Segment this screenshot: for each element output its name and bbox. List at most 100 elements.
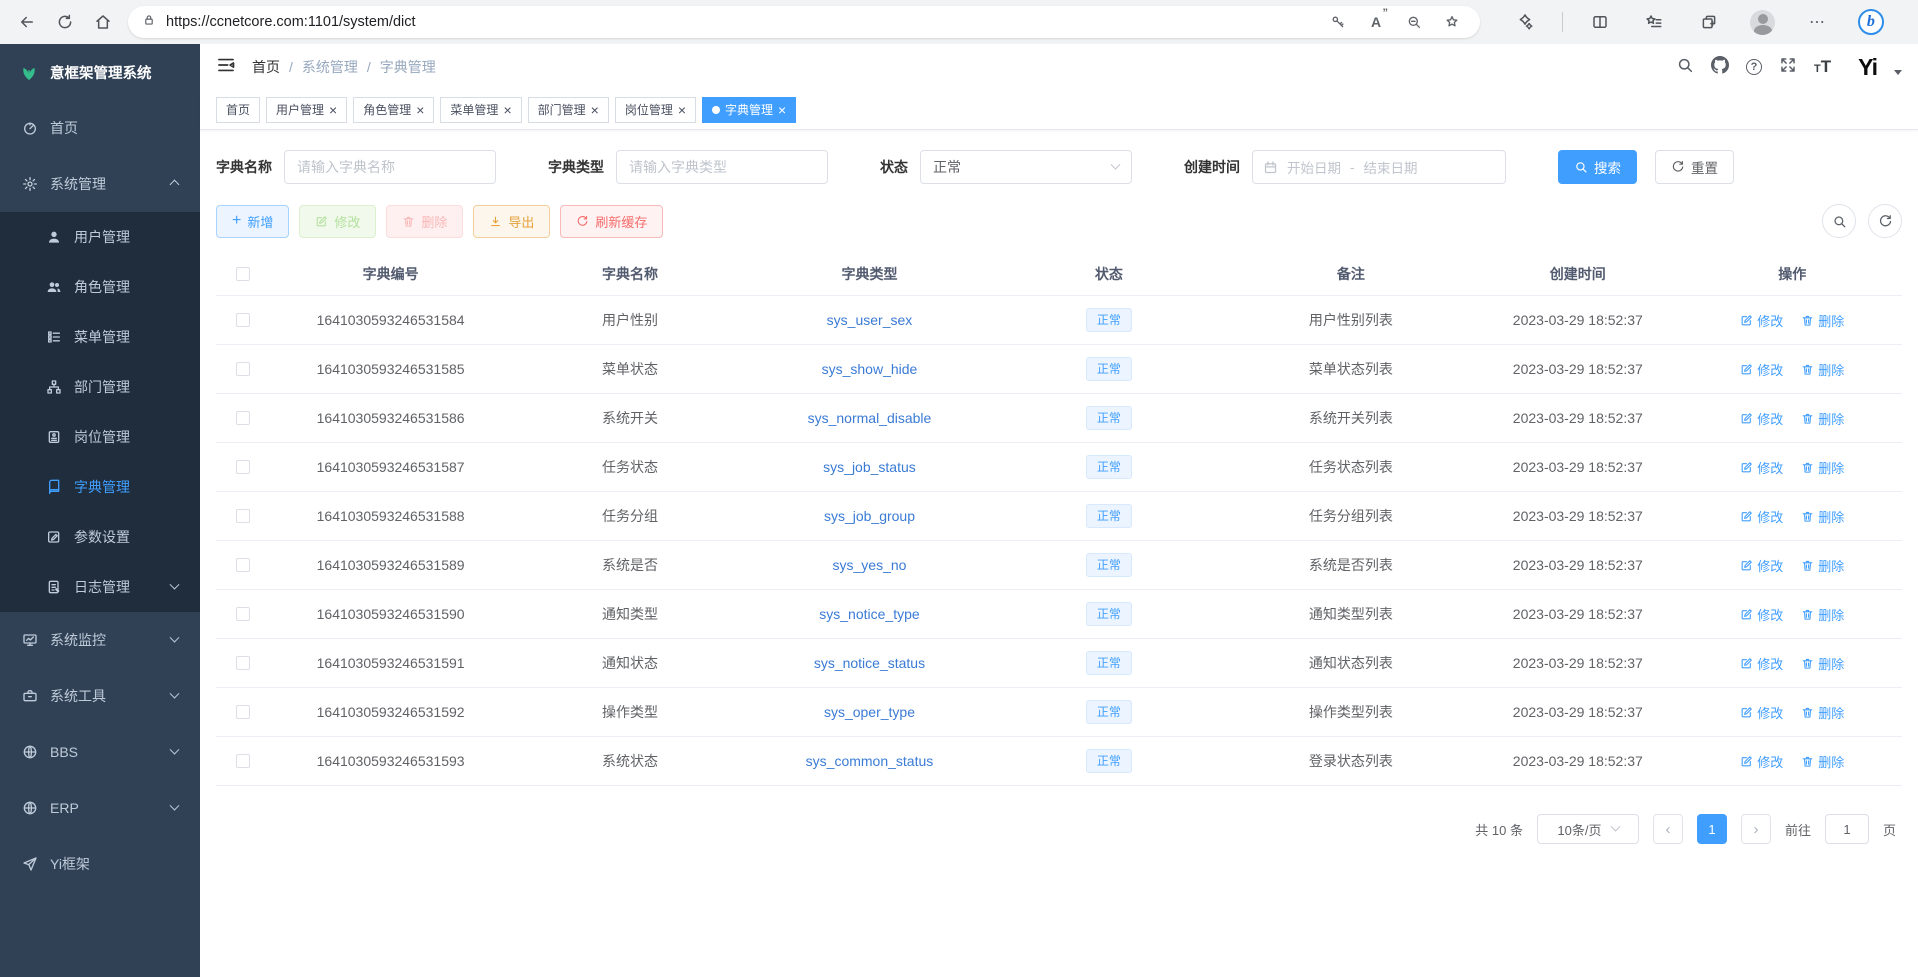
view-tab[interactable]: 角色管理 × xyxy=(353,97,434,123)
url-text[interactable]: https://ccnetcore.com:1101/system/dict xyxy=(166,14,1314,30)
lock-icon[interactable] xyxy=(142,13,156,32)
dict-type-link[interactable]: sys_job_group xyxy=(824,508,915,524)
tab-close-icon[interactable]: × xyxy=(416,103,424,117)
sidebar-item[interactable]: 首页 xyxy=(0,100,200,156)
extensions-icon[interactable] xyxy=(1508,5,1542,39)
date-start-placeholder[interactable]: 开始日期 xyxy=(1287,157,1341,177)
prev-page-button[interactable]: ‹ xyxy=(1653,814,1683,844)
row-edit-button[interactable]: 修改 xyxy=(1740,409,1783,428)
tab-close-icon[interactable]: × xyxy=(503,103,511,117)
row-delete-button[interactable]: 删除 xyxy=(1801,703,1844,722)
row-checkbox[interactable] xyxy=(236,754,250,768)
user-dropdown-caret[interactable] xyxy=(1894,70,1902,75)
password-key-icon[interactable] xyxy=(1324,8,1352,36)
row-checkbox[interactable] xyxy=(236,558,250,572)
search-button[interactable]: 搜索 xyxy=(1558,150,1637,184)
delete-button[interactable]: 删除 xyxy=(386,205,463,238)
bing-chat-icon[interactable]: b xyxy=(1854,5,1888,39)
github-icon[interactable] xyxy=(1711,56,1729,79)
browser-home-button[interactable] xyxy=(86,5,120,39)
row-edit-button[interactable]: 修改 xyxy=(1740,507,1783,526)
dict-type-link[interactable]: sys_common_status xyxy=(806,753,934,769)
row-delete-button[interactable]: 删除 xyxy=(1801,556,1844,575)
row-delete-button[interactable]: 删除 xyxy=(1801,311,1844,330)
row-checkbox[interactable] xyxy=(236,460,250,474)
sidebar-item[interactable]: 系统工具 xyxy=(0,668,200,724)
dict-type-link[interactable]: sys_job_status xyxy=(823,459,916,475)
next-page-button[interactable]: › xyxy=(1741,814,1771,844)
tab-close-icon[interactable]: × xyxy=(678,103,686,117)
header-search-icon[interactable] xyxy=(1676,56,1694,79)
dict-type-link[interactable]: sys_yes_no xyxy=(833,557,907,573)
help-icon[interactable]: ? xyxy=(1746,59,1762,75)
toggle-search-button[interactable] xyxy=(1822,204,1856,238)
row-edit-button[interactable]: 修改 xyxy=(1740,703,1783,722)
tab-close-icon[interactable]: × xyxy=(778,103,786,117)
row-checkbox[interactable] xyxy=(236,509,250,523)
font-size-icon[interactable]: TT xyxy=(1814,57,1831,77)
dict-type-link[interactable]: sys_show_hide xyxy=(822,361,918,377)
dict-name-input[interactable] xyxy=(284,150,496,184)
row-delete-button[interactable]: 删除 xyxy=(1801,360,1844,379)
edit-button[interactable]: 修改 xyxy=(299,205,376,238)
row-delete-button[interactable]: 删除 xyxy=(1801,752,1844,771)
row-delete-button[interactable]: 删除 xyxy=(1801,605,1844,624)
goto-page-input[interactable] xyxy=(1825,814,1869,844)
view-tab[interactable]: 用户管理 × xyxy=(266,97,347,123)
row-delete-button[interactable]: 删除 xyxy=(1801,654,1844,673)
read-aloud-icon[interactable]: A xyxy=(1362,8,1390,36)
add-button[interactable]: + 新增 xyxy=(216,205,289,238)
dict-type-link[interactable]: sys_notice_status xyxy=(814,655,925,671)
row-delete-button[interactable]: 删除 xyxy=(1801,458,1844,477)
row-edit-button[interactable]: 修改 xyxy=(1740,311,1783,330)
row-edit-button[interactable]: 修改 xyxy=(1740,654,1783,673)
sidebar-item[interactable]: 字典管理 xyxy=(0,462,200,512)
row-checkbox[interactable] xyxy=(236,411,250,425)
sidebar-item[interactable]: 参数设置 xyxy=(0,512,200,562)
collections-icon[interactable] xyxy=(1692,5,1726,39)
row-checkbox[interactable] xyxy=(236,313,250,327)
sidebar-toggle-icon[interactable] xyxy=(216,55,236,80)
export-button[interactable]: 导出 xyxy=(473,205,550,238)
dict-type-link[interactable]: sys_normal_disable xyxy=(808,410,932,426)
view-tab[interactable]: 字典管理 × xyxy=(702,97,796,123)
refresh-table-button[interactable] xyxy=(1868,204,1902,238)
page-number-button[interactable]: 1 xyxy=(1697,814,1727,844)
row-delete-button[interactable]: 删除 xyxy=(1801,409,1844,428)
sidebar-item[interactable]: 用户管理 xyxy=(0,212,200,262)
view-tab[interactable]: 菜单管理 × xyxy=(440,97,521,123)
reset-button[interactable]: 重置 xyxy=(1655,150,1734,184)
row-delete-button[interactable]: 删除 xyxy=(1801,507,1844,526)
tab-close-icon[interactable]: × xyxy=(591,103,599,117)
row-checkbox[interactable] xyxy=(236,362,250,376)
sidebar-item[interactable]: 菜单管理 xyxy=(0,312,200,362)
view-tab[interactable]: 首页 xyxy=(216,97,260,123)
split-screen-icon[interactable] xyxy=(1583,5,1617,39)
fullscreen-icon[interactable] xyxy=(1779,56,1797,79)
row-checkbox[interactable] xyxy=(236,705,250,719)
sidebar-item[interactable]: Yi框架 xyxy=(0,836,200,892)
page-size-select[interactable]: 10条/页 xyxy=(1537,814,1639,844)
row-edit-button[interactable]: 修改 xyxy=(1740,458,1783,477)
row-edit-button[interactable]: 修改 xyxy=(1740,360,1783,379)
dict-type-link[interactable]: sys_user_sex xyxy=(827,312,913,328)
add-favorite-icon[interactable] xyxy=(1438,8,1466,36)
row-edit-button[interactable]: 修改 xyxy=(1740,605,1783,624)
sidebar-item[interactable]: 系统管理 xyxy=(0,156,200,212)
zoom-out-icon[interactable] xyxy=(1400,8,1428,36)
sidebar-item[interactable]: 角色管理 xyxy=(0,262,200,312)
favorites-icon[interactable] xyxy=(1637,5,1671,39)
view-tab[interactable]: 部门管理 × xyxy=(528,97,609,123)
browser-refresh-button[interactable] xyxy=(48,5,82,39)
breadcrumb-home[interactable]: 首页 xyxy=(252,57,280,77)
row-edit-button[interactable]: 修改 xyxy=(1740,556,1783,575)
sidebar-item[interactable]: BBS xyxy=(0,724,200,780)
view-tab[interactable]: 岗位管理 × xyxy=(615,97,696,123)
refresh-cache-button[interactable]: 刷新缓存 xyxy=(560,205,663,238)
sidebar-item[interactable]: 部门管理 xyxy=(0,362,200,412)
tab-close-icon[interactable]: × xyxy=(329,103,337,117)
dict-type-link[interactable]: sys_notice_type xyxy=(819,606,919,622)
profile-avatar[interactable] xyxy=(1746,5,1780,39)
address-bar[interactable]: https://ccnetcore.com:1101/system/dict A xyxy=(128,6,1480,38)
dict-type-input[interactable] xyxy=(616,150,828,184)
